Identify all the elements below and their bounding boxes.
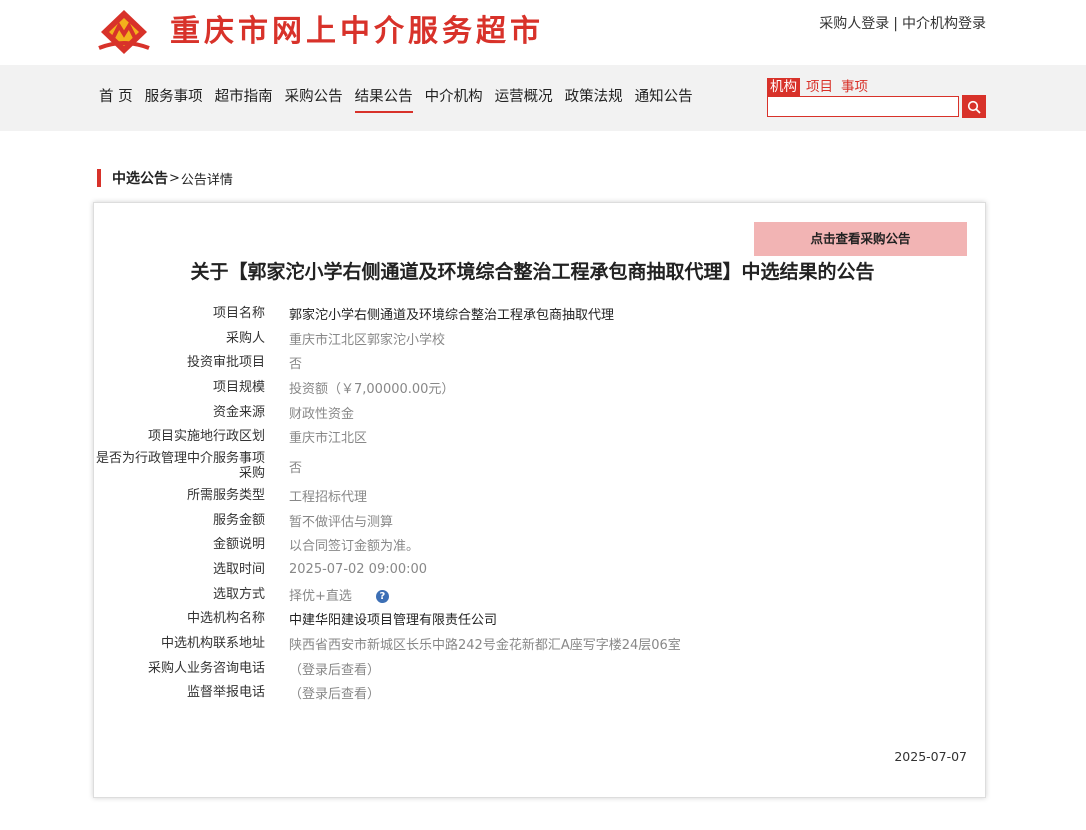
field-label: 监督举报电话 [186,685,265,701]
nav-item-purchase-notices[interactable]: 采购公告 [285,85,343,113]
field-label: 项目名称 [212,305,265,321]
nav-item-service-items[interactable]: 服务事项 [145,85,203,113]
search-button[interactable] [962,95,986,118]
field-label: 中选机构名称 [186,611,265,627]
login-separator: | [893,16,898,32]
announcement-panel: 点击查看采购公告 关于【郭家沱小学右侧通道及环境综合整治工程承包商抽取代理】中选… [93,202,986,798]
detail-row-service-amount: 服务金额 暂不做评估与测算 [94,508,985,533]
detail-row-region: 项目实施地行政区划 重庆市江北区 [94,424,985,449]
nav-item-operations[interactable]: 运营概况 [495,85,553,113]
breadcrumb-current: 公告详情 [180,172,233,188]
field-value: 否 [289,460,303,476]
site-logo-icon[interactable] [97,8,151,58]
detail-table: 项目名称 郭家沱小学右侧通道及环境综合整治工程承包商抽取代理 采购人 重庆市江北… [94,301,985,705]
detail-row-selection-method: 选取方式 择优+直选? [94,582,985,607]
nav-item-home[interactable]: 首 页 [99,85,133,113]
announcement-date: 2025-07-07 [894,749,967,764]
field-value: （登录后查看） [289,662,381,678]
breadcrumb-arrow: > [169,170,180,186]
nav-item-notifications[interactable]: 通知公告 [635,85,693,113]
view-purchase-notice-button[interactable]: 点击查看采购公告 [754,222,967,256]
selection-method-text: 择优+直选 [289,588,352,604]
agency-login-link[interactable]: 中介机构登录 [902,16,986,32]
detail-row-selection-time: 选取时间 2025-07-02 09:00:00 [94,557,985,582]
detail-row-project-scale: 项目规模 投资额（￥7,00000.00元） [94,375,985,400]
field-value: 2025-07-02 09:00:00 [289,562,428,578]
field-value: 暂不做评估与测算 [289,514,394,530]
breadcrumb-accent-bar [97,169,101,187]
login-links: 采购人登录 | 中介机构登录 [819,13,986,33]
nav-item-agencies[interactable]: 中介机构 [425,85,483,113]
field-value: 以合同签订金额为准。 [289,539,420,555]
field-value: 财政性资金 [289,406,355,422]
field-value: 郭家沱小学右侧通道及环境综合整治工程承包商抽取代理 [289,307,615,323]
field-label: 项目实施地行政区划 [147,429,265,445]
field-label: 采购人业务咨询电话 [147,660,265,676]
detail-row-service-type: 所需服务类型 工程招标代理 [94,483,985,508]
field-label: 选取方式 [212,586,265,602]
search-input[interactable] [767,96,959,117]
nav-item-policies[interactable]: 政策法规 [565,85,623,113]
nav-item-result-notices[interactable]: 结果公告 [354,85,413,113]
field-value: 择优+直选? [289,585,389,604]
site-title: 重庆市网上中介服务超市 [170,14,544,49]
field-value: 投资额（￥7,00000.00元） [289,381,455,397]
detail-row-selected-agency: 中选机构名称 中建华阳建设项目管理有限责任公司 [94,607,985,632]
nav-band: 首 页 服务事项 超市指南 采购公告 结果公告 中介机构 运营概况 政策法规 通… [0,65,1086,131]
field-value: 否 [289,357,303,373]
field-label: 投资审批项目 [186,355,265,371]
nav-item-market-guide[interactable]: 超市指南 [215,85,273,113]
field-label: 金额说明 [212,537,265,553]
detail-row-agency-address: 中选机构联系地址 陕西省西安市新城区长乐中路242号金花新都汇A座写字楼24层0… [94,631,985,656]
help-icon[interactable]: ? [375,589,389,603]
search-tab-project[interactable]: 项目 [806,78,833,96]
site-header: 重庆市网上中介服务超市 采购人登录 | 中介机构登录 [0,0,1086,64]
field-value: 重庆市江北区郭家沱小学校 [289,332,446,348]
field-label: 项目规模 [212,379,265,395]
search-area: 机构 项目 事项 [767,78,987,120]
breadcrumb-section-link[interactable]: 中选公告 [112,168,168,188]
detail-row-fund-source: 资金来源 财政性资金 [94,400,985,425]
detail-row-project-name: 项目名称 郭家沱小学右侧通道及环境综合整治工程承包商抽取代理 [94,301,985,326]
field-label: 服务金额 [212,512,265,528]
search-tab-item[interactable]: 事项 [841,78,868,96]
field-label: 所需服务类型 [186,487,265,503]
announcement-title: 关于【郭家沱小学右侧通道及环境综合整治工程承包商抽取代理】中选结果的公告 [190,261,875,283]
detail-row-purchaser: 采购人 重庆市江北区郭家沱小学校 [94,326,985,351]
detail-row-supervision-phone: 监督举报电话 （登录后查看） [94,681,985,706]
search-tab-agency[interactable]: 机构 [767,78,800,96]
detail-row-purchaser-phone: 采购人业务咨询电话 （登录后查看） [94,656,985,681]
field-value: 重庆市江北区 [289,431,368,447]
field-label: 选取时间 [212,562,265,578]
field-value: 陕西省西安市新城区长乐中路242号金花新都汇A座写字楼24层06室 [289,638,681,654]
field-label: 采购人 [225,330,265,346]
breadcrumb: 中选公告 > 公告详情 [97,168,233,188]
field-value: （登录后查看） [289,687,381,703]
detail-row-admin-service: 是否为行政管理中介服务事项采购 否 [94,449,985,483]
detail-row-investment-approval: 投资审批项目 否 [94,350,985,375]
field-label: 中选机构联系地址 [160,636,265,652]
search-icon [967,100,981,114]
purchaser-login-link[interactable]: 采购人登录 [819,16,889,32]
field-label: 资金来源 [212,404,265,420]
main-nav: 首 页 服务事项 超市指南 采购公告 结果公告 中介机构 运营概况 政策法规 通… [99,85,705,113]
search-tabs: 机构 项目 事项 [767,78,876,96]
detail-row-amount-note: 金额说明 以合同签订金额为准。 [94,533,985,558]
field-value: 工程招标代理 [289,489,368,505]
field-value: 中建华阳建设项目管理有限责任公司 [289,613,498,629]
field-label: 是否为行政管理中介服务事项采购 [95,451,265,482]
